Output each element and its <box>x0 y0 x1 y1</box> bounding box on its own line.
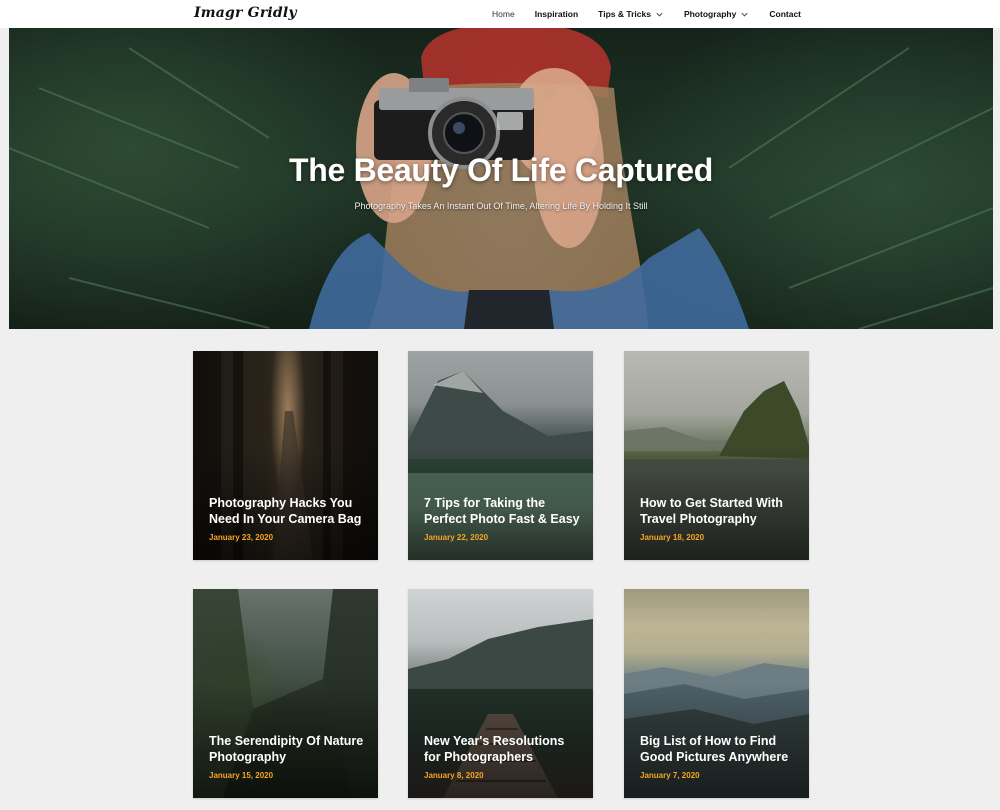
post-title[interactable]: Photography Hacks You Need In Your Camer… <box>209 495 366 527</box>
card-overlay <box>624 589 809 798</box>
post-date: January 15, 2020 <box>209 771 274 780</box>
site-header: Imagr Gridly Home Inspiration Tips & Tri… <box>0 0 1000 28</box>
site-logo[interactable]: Imagr Gridly <box>194 5 297 21</box>
hero-banner: The Beauty Of Life Captured Photography … <box>9 28 993 329</box>
post-card[interactable]: New Year's Resolutions for Photographers… <box>408 589 593 798</box>
post-date: January 8, 2020 <box>424 771 484 780</box>
main-nav: Home Inspiration Tips & Tricks Photograp… <box>482 0 801 28</box>
post-title[interactable]: Big List of How to Find Good Pictures An… <box>640 733 797 765</box>
post-card[interactable]: The Serendipity Of Nature Photography Ja… <box>193 589 378 798</box>
post-date: January 18, 2020 <box>640 533 705 542</box>
hero-title: The Beauty Of Life Captured <box>289 152 713 188</box>
post-card[interactable]: Big List of How to Find Good Pictures An… <box>624 589 809 798</box>
nav-photography[interactable]: Photography <box>674 9 759 19</box>
post-date: January 22, 2020 <box>424 533 489 542</box>
card-overlay <box>408 589 593 798</box>
card-overlay <box>193 589 378 798</box>
card-overlay <box>408 351 593 560</box>
post-date: January 23, 2020 <box>209 533 274 542</box>
nav-home[interactable]: Home <box>482 9 525 19</box>
post-title[interactable]: 7 Tips for Taking the Perfect Photo Fast… <box>424 495 581 527</box>
nav-inspiration-label: Inspiration <box>534 9 579 19</box>
card-overlay <box>193 351 378 560</box>
chevron-down-icon <box>741 12 748 17</box>
hero-subtitle: Photography Takes An Instant Out Of Time… <box>354 201 648 211</box>
post-title[interactable]: New Year's Resolutions for Photographers <box>424 733 581 765</box>
nav-tips-tricks[interactable]: Tips & Tricks <box>588 9 674 19</box>
nav-photography-label: Photography <box>683 9 737 19</box>
chevron-down-icon <box>656 12 663 17</box>
nav-home-label: Home <box>492 9 515 19</box>
nav-contact[interactable]: Contact <box>759 9 801 19</box>
nav-contact-label: Contact <box>769 9 801 19</box>
nav-inspiration[interactable]: Inspiration <box>525 9 588 19</box>
post-card[interactable]: 7 Tips for Taking the Perfect Photo Fast… <box>408 351 593 560</box>
post-date: January 7, 2020 <box>640 771 700 780</box>
card-overlay <box>624 351 809 560</box>
post-title[interactable]: The Serendipity Of Nature Photography <box>209 733 366 765</box>
post-card[interactable]: Photography Hacks You Need In Your Camer… <box>193 351 378 560</box>
post-title[interactable]: How to Get Started With Travel Photograp… <box>640 495 797 527</box>
post-card[interactable]: How to Get Started With Travel Photograp… <box>624 351 809 560</box>
nav-tips-tricks-label: Tips & Tricks <box>598 9 651 19</box>
